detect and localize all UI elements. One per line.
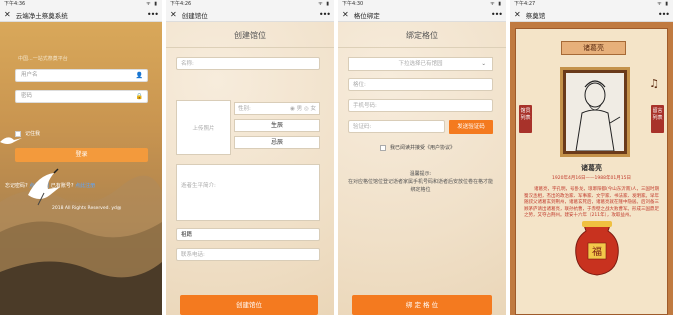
password-input[interactable]: 密码 🔒 (15, 90, 148, 103)
signal-battery-icon: ᯤ ▮ (657, 1, 669, 7)
message-list-tab[interactable]: 留言列表 (651, 105, 664, 133)
status-time: 下午4:26 (170, 1, 192, 7)
status-time: 下午4:36 (4, 1, 26, 7)
user-icon: 👤 (135, 72, 143, 79)
form-background: 绑定格位 下拉选择已有馆园 ⌄ 格位: 手机号码: 验证码: 发送验证码 我已阅… (338, 22, 506, 315)
death-date-button[interactable]: 忌辰 (234, 136, 320, 149)
memorial-frame: 诸葛亮 馆员列表 ♫ 留言列表 诸葛亮 1920年4月16日——1988年01月… (510, 22, 673, 315)
signal-battery-icon: ᯤ ▮ (146, 1, 158, 7)
login-screen: 下午4:36 ᯤ ▮ ✕ 云端净土祭奠系统 ••• 中国...一站式祭奠平台 用… (0, 0, 162, 315)
bind-seat-screen: 下午4:30 ᯤ ▮ ✕ 格位绑定 ••• 绑定格位 下拉选择已有馆园 ⌄ 格位… (338, 0, 506, 315)
form-background: 创建馆位 名称: 上传照片 性别: ◉ 男 ◎ 女 生辰 忌辰 逝者生平简介: … (166, 22, 334, 315)
visitor-list-tab[interactable]: 馆员列表 (519, 105, 532, 133)
phone-input[interactable]: 联系电话: (176, 248, 320, 261)
tip-block: 温馨提示: 在对应格位馆位登记逝者家属手机号码和逝者后安放位卷在格才能绑定格位 (348, 170, 493, 194)
memorial-panel: 诸葛亮 馆员列表 ♫ 留言列表 诸葛亮 1920年4月16日——1988年01月… (515, 28, 668, 315)
phone-input[interactable]: 手机号码: (348, 99, 493, 112)
create-memorial-button[interactable]: 创建馆位 (180, 295, 318, 315)
page-title: 格位绑定 (353, 11, 380, 20)
flying-crane-icon (28, 168, 60, 206)
urn-icon: 福 (575, 221, 619, 276)
gender-label: 性别: (238, 106, 251, 112)
select-placeholder: 下拉选择已有馆园 (398, 61, 443, 67)
remember-label: 记住我 (25, 131, 41, 137)
deceased-name: 诸葛亮 (581, 164, 602, 172)
nav-bar: ✕ 云端净土祭奠系统 ••• (0, 8, 162, 22)
birth-date-button[interactable]: 生辰 (234, 119, 320, 132)
status-time: 下午4:27 (514, 1, 536, 7)
cemetery-select[interactable]: 下拉选择已有馆园 ⌄ (348, 57, 493, 71)
form-heading: 绑定格位 (338, 22, 506, 48)
nav-bar: ✕ 祭奠馆 ••• (510, 8, 673, 22)
chevron-down-icon: ⌄ (481, 61, 486, 67)
code-input[interactable]: 验证码: (348, 120, 445, 133)
password-placeholder: 密码 (21, 93, 33, 99)
biography-text: 诸葛亮，字孔明，号卧龙，琅琊阳都(今山东沂南)人，三国时期蜀汉丞相，杰出的政治家… (524, 187, 660, 218)
gender-field: 性别: ◉ 男 ◎ 女 (234, 102, 320, 115)
life-dates: 1920年4月16日——1988年01月15日 (552, 176, 631, 181)
send-code-button[interactable]: 发送验证码 (449, 120, 493, 134)
urn-label: 福 (592, 245, 602, 258)
tip-body: 在对应格位馆位登记逝者家属手机号码和逝者后安放位卷在格才能绑定格位 (348, 179, 494, 193)
agreement-checkbox[interactable]: 我已阅读并接受《用户协议》 (380, 144, 455, 151)
more-icon[interactable]: ••• (658, 10, 670, 19)
relation-field[interactable]: 祖籍 (176, 228, 320, 241)
status-bar: 下午4:30 ᯤ ▮ (338, 0, 506, 8)
close-icon[interactable]: ✕ (4, 10, 11, 19)
nav-bar: ✕ 格位绑定 ••• (338, 8, 506, 22)
memorial-hall-screen: 下午4:27 ᯤ ▮ ✕ 祭奠馆 ••• 诸葛亮 馆员列表 ♫ 留言列表 诸葛亮… (510, 0, 673, 315)
gender-male-radio[interactable]: ◉ 男 (290, 106, 302, 112)
login-subtitle: 中国...一站式祭奠平台 (18, 56, 68, 62)
page-title: 祭奠馆 (525, 11, 546, 20)
checkbox-icon[interactable] (380, 144, 386, 151)
seat-input[interactable]: 格位: (348, 78, 493, 91)
copyright-text: 2018 All Rights Reserved. yd@ (52, 206, 122, 211)
create-memorial-screen: 下午4:26 ᯤ ▮ ✕ 创建馆位 ••• 创建馆位 名称: 上传照片 性别: … (166, 0, 334, 315)
username-input[interactable]: 用户名 👤 (15, 69, 148, 82)
page-title: 云端净土祭奠系统 (15, 11, 68, 20)
login-button[interactable]: 登录 (15, 148, 148, 162)
portrait-drawing (575, 80, 621, 151)
close-icon[interactable]: ✕ (342, 10, 349, 19)
music-note-icon[interactable]: ♫ (649, 77, 659, 90)
bio-textarea[interactable]: 逝者生平简介: (176, 164, 320, 221)
login-background: 中国...一站式祭奠平台 用户名 👤 密码 🔒 记住我 登录 忘记密码? 点此找… (0, 22, 162, 315)
username-placeholder: 用户名 (21, 72, 38, 78)
close-icon[interactable]: ✕ (514, 10, 521, 19)
status-time: 下午4:30 (342, 1, 364, 7)
tip-title: 温馨提示: (409, 171, 432, 177)
nav-bar: ✕ 创建馆位 ••• (166, 8, 334, 22)
page-title: 创建馆位 (181, 11, 208, 20)
status-bar: 下午4:36 ᯤ ▮ (0, 0, 162, 8)
gender-female-radio[interactable]: ◎ 女 (304, 106, 316, 112)
lock-icon: 🔒 (135, 93, 143, 100)
form-heading: 创建馆位 (166, 22, 334, 48)
status-bar: 下午4:27 ᯤ ▮ (510, 0, 673, 8)
signal-battery-icon: ᯤ ▮ (318, 1, 330, 7)
name-input[interactable]: 名称: (176, 57, 320, 70)
more-icon[interactable]: ••• (147, 10, 159, 19)
name-plaque: 诸葛亮 (561, 41, 626, 55)
register-link[interactable]: 点此注册 (75, 183, 95, 189)
agreement-label: 我已阅读并接受《用户协议》 (390, 145, 456, 151)
more-icon[interactable]: ••• (319, 10, 331, 19)
bind-seat-button[interactable]: 绑 定 格 位 (352, 295, 492, 315)
portrait-image (566, 73, 624, 151)
signal-battery-icon: ᯤ ▮ (490, 1, 502, 7)
crane-icon (0, 137, 22, 144)
status-bar: 下午4:26 ᯤ ▮ (166, 0, 334, 8)
portrait-frame (560, 67, 630, 157)
more-icon[interactable]: ••• (491, 10, 503, 19)
close-icon[interactable]: ✕ (170, 10, 177, 19)
upload-photo-button[interactable]: 上传照片 (176, 100, 231, 155)
